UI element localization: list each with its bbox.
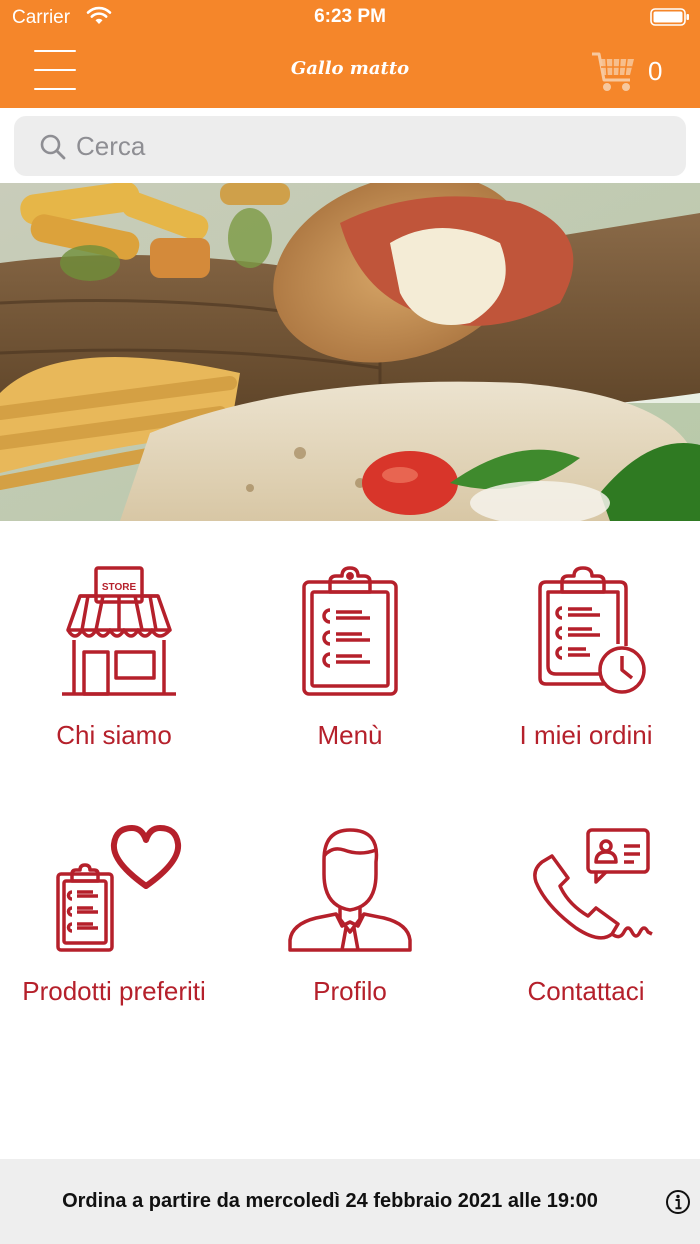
tile-chi-siamo[interactable]: STORE Chi siamo: [0, 550, 232, 760]
clipboard-heart-icon: [56, 825, 182, 952]
top-bar: Carrier 6:23 PM Gallo matto 0: [0, 0, 700, 108]
battery-icon: [650, 8, 689, 26]
tile-contattaci[interactable]: Contattaci: [468, 806, 700, 1016]
store-sign-text: STORE: [102, 582, 137, 593]
tile-menu[interactable]: Menù: [232, 550, 468, 760]
status-bar: Carrier 6:23 PM: [0, 0, 700, 36]
tile-label: Menù: [317, 720, 383, 750]
hamburger-line: [34, 88, 76, 90]
nav-bar: Gallo matto 0: [0, 36, 700, 108]
clipboard-clock-icon: [538, 566, 646, 694]
search-icon: [40, 134, 66, 160]
tile-label: I miei ordini: [519, 720, 653, 750]
search-input[interactable]: [76, 126, 666, 166]
tile-prodotti-preferiti[interactable]: Prodotti preferiti: [0, 806, 232, 1016]
order-info-footer: Ordina a partire da mercoledì 24 febbrai…: [0, 1159, 700, 1244]
phone-contact-icon: [533, 828, 653, 940]
tile-label: Prodotti preferiti: [22, 976, 206, 1006]
person-icon: [288, 828, 412, 952]
tile-i-miei-ordini[interactable]: I miei ordini: [468, 550, 700, 760]
hamburger-line: [34, 50, 76, 52]
clipboard-list-icon: [302, 566, 398, 696]
cart-count-badge: 0: [648, 56, 663, 86]
info-icon[interactable]: [665, 1189, 691, 1215]
cart-button[interactable]: 0: [590, 50, 690, 94]
order-start-message: Ordina a partire da mercoledì 24 febbrai…: [62, 1190, 598, 1212]
tile-label: Contattaci: [527, 976, 645, 1006]
search-bar: [14, 116, 686, 176]
store-icon: STORE: [62, 566, 176, 696]
clock: 6:23 PM: [314, 6, 386, 27]
hero-food-image: [0, 183, 700, 521]
tile-profilo[interactable]: Profilo: [232, 806, 468, 1016]
shopping-cart-icon: [592, 52, 634, 91]
tile-label: Chi siamo: [56, 720, 172, 750]
tile-label: Profilo: [313, 976, 387, 1006]
